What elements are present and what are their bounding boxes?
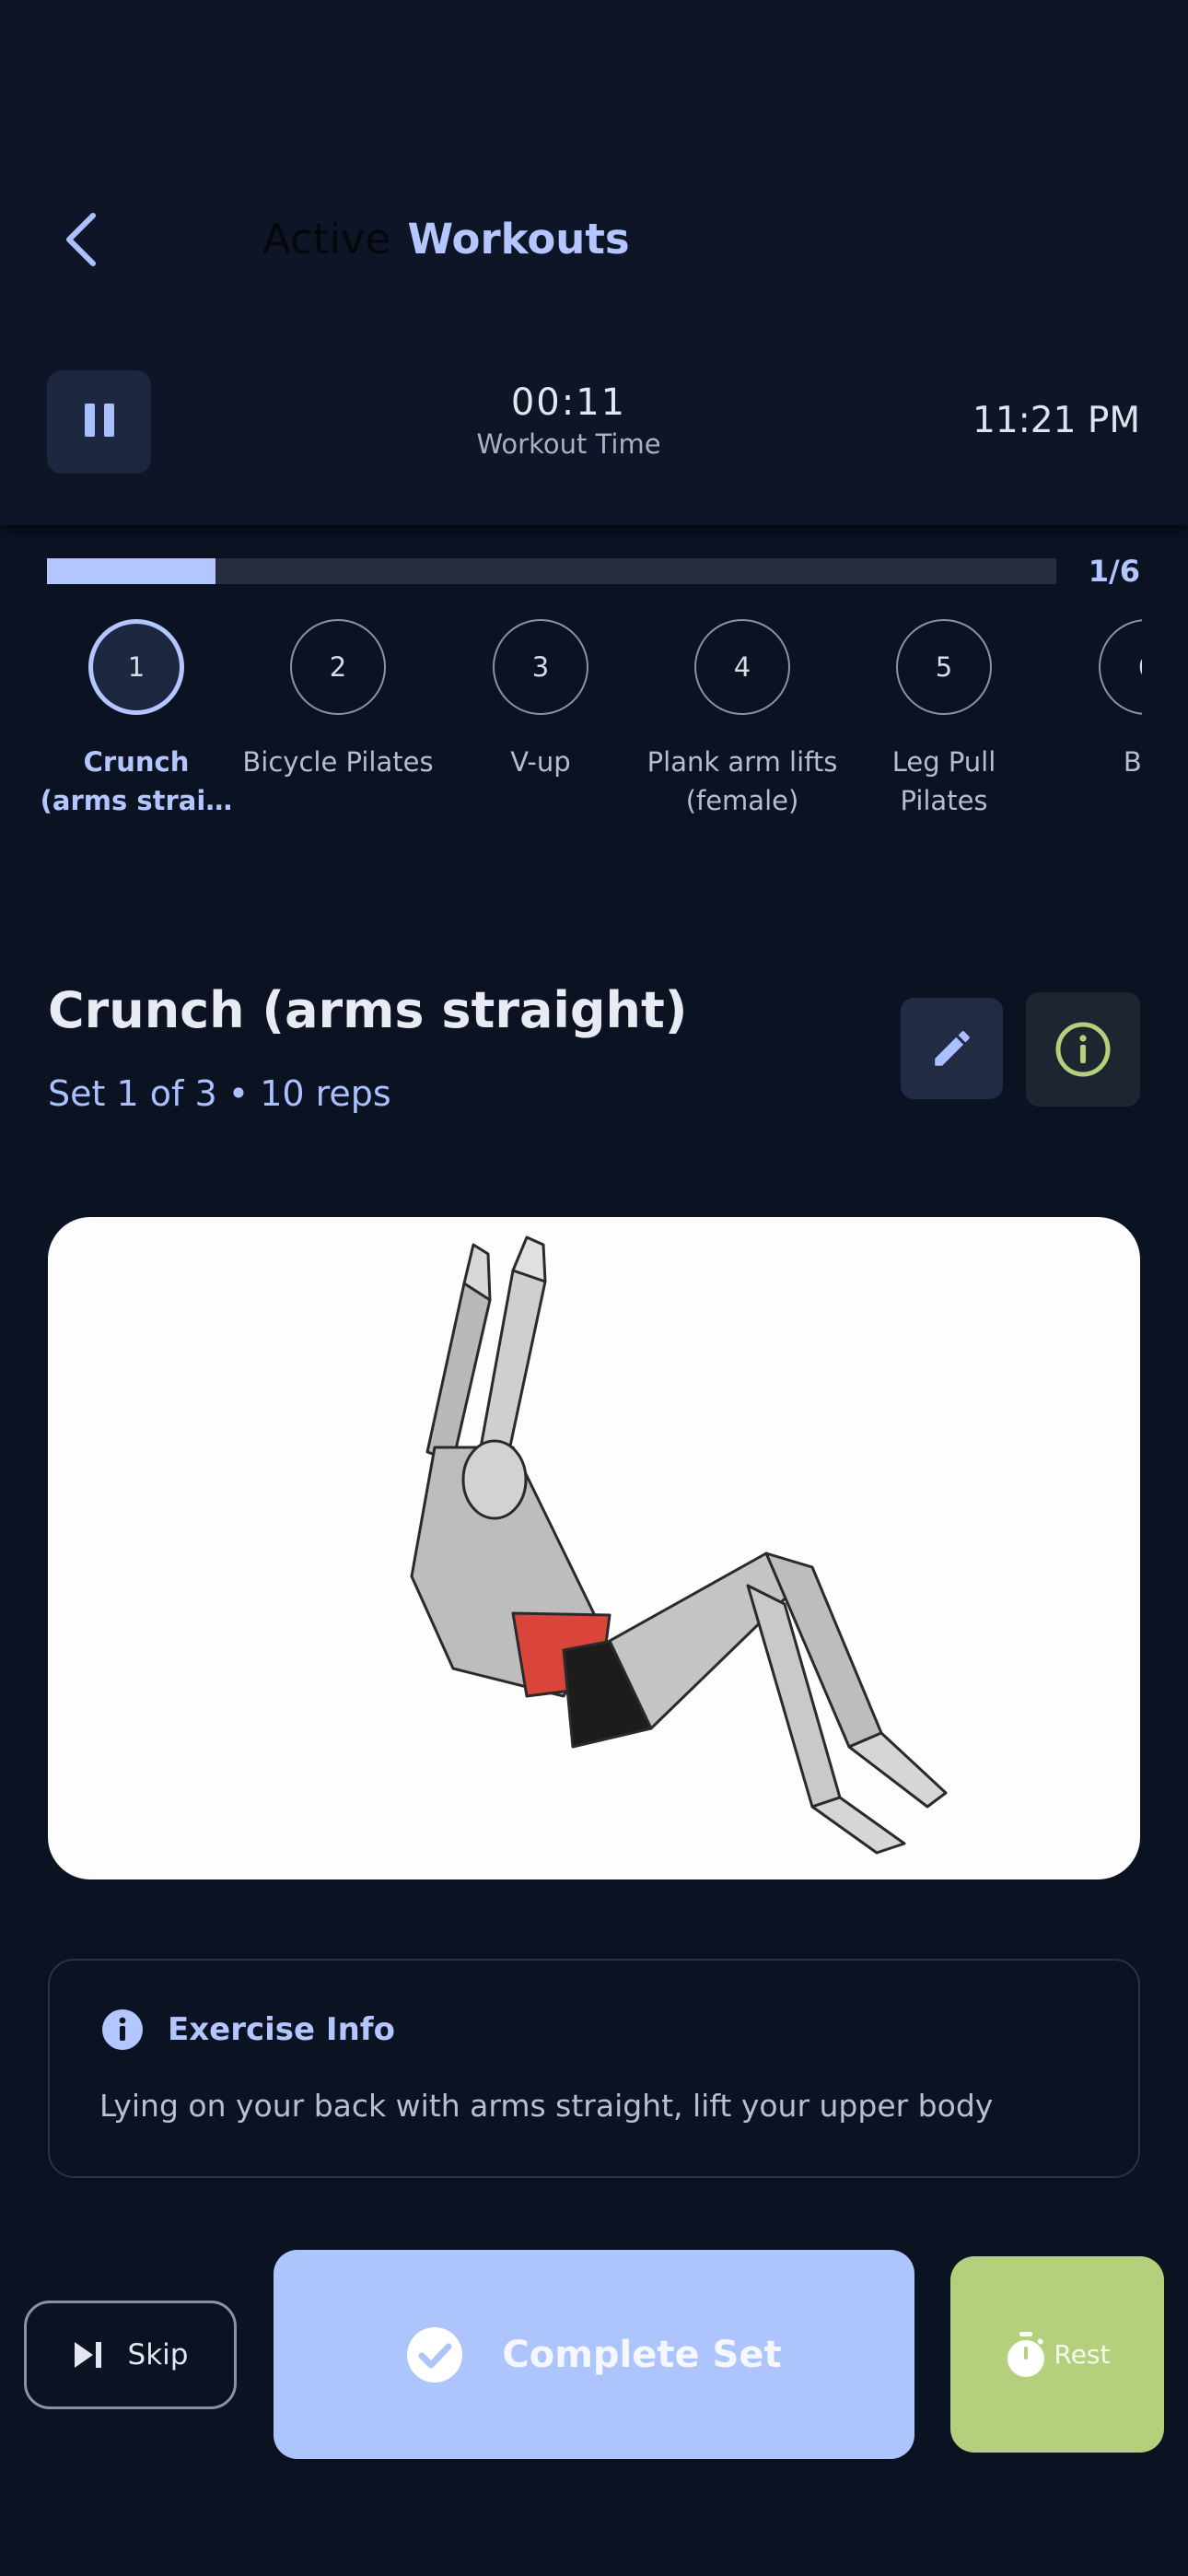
exercise-step-6[interactable]: 6 Bur bbox=[1050, 619, 1142, 781]
exercise-illustration bbox=[48, 1217, 1140, 1879]
exercise-info-description: Lying on your back with arms straight, l… bbox=[99, 2088, 994, 2124]
exercise-info-card: Exercise Info Lying on your back with ar… bbox=[48, 1959, 1140, 2178]
complete-set-label: Complete Set bbox=[502, 2333, 782, 2376]
crunch-figure-image bbox=[410, 1235, 948, 1855]
page-title: Active Workouts bbox=[262, 210, 630, 269]
exercise-info-heading: Exercise Info bbox=[168, 2011, 395, 2048]
workout-timer: 00:11 Workout Time bbox=[424, 380, 714, 463]
exercise-step-4[interactable]: 4 Plank arm lifts (female) bbox=[646, 619, 839, 820]
skip-next-icon bbox=[74, 2342, 101, 2368]
step-label: Bicycle Pilates bbox=[242, 746, 434, 778]
info-circle-icon bbox=[1055, 1022, 1111, 1077]
skip-button[interactable]: Skip bbox=[24, 2301, 237, 2409]
pause-icon bbox=[80, 404, 119, 440]
exercise-title: Crunch (arms straight) bbox=[48, 981, 688, 1039]
back-button[interactable] bbox=[53, 207, 109, 272]
page-title-prefix: Active bbox=[262, 215, 391, 263]
complete-set-button[interactable]: Complete Set bbox=[274, 2250, 914, 2459]
step-number: 2 bbox=[290, 619, 386, 715]
exercise-step-1[interactable]: 1 Crunch (arms strai… bbox=[40, 619, 233, 820]
skip-label: Skip bbox=[127, 2338, 189, 2371]
step-label: Crunch (arms strai… bbox=[40, 746, 233, 816]
workout-progress-fill bbox=[47, 558, 216, 584]
info-filled-icon bbox=[102, 2009, 143, 2050]
edit-button[interactable] bbox=[901, 998, 1003, 1099]
pause-button[interactable] bbox=[47, 370, 151, 474]
rest-label: Rest bbox=[1054, 2339, 1111, 2370]
exercise-step-3[interactable]: 3 V-up bbox=[444, 619, 637, 781]
exercise-set-info: Set 1 of 3 • 10 reps bbox=[48, 1073, 391, 1114]
step-number: 3 bbox=[493, 619, 588, 715]
workout-time-label: Workout Time bbox=[476, 428, 661, 460]
rest-button[interactable]: Rest bbox=[950, 2256, 1164, 2453]
step-number: 1 bbox=[88, 619, 184, 715]
pencil-icon bbox=[934, 1031, 970, 1066]
exercise-step-2[interactable]: 2 Bicycle Pilates bbox=[241, 619, 435, 781]
step-number: 6 bbox=[1099, 619, 1142, 715]
top-app-bar: Active Workouts 00:11 Workout Time 11:21… bbox=[0, 0, 1188, 525]
page-title-main: Workouts bbox=[407, 215, 630, 263]
progress-count: 1/6 bbox=[1088, 554, 1140, 589]
clock-time: 11:21 PM bbox=[973, 400, 1140, 441]
step-label: Bur bbox=[1123, 746, 1142, 778]
workout-progress-bar bbox=[47, 558, 1056, 584]
step-number: 5 bbox=[896, 619, 992, 715]
workout-time-value: 00:11 bbox=[510, 381, 627, 424]
step-number: 4 bbox=[694, 619, 790, 715]
exercise-step-5[interactable]: 5 Leg Pull Pilates bbox=[847, 619, 1041, 820]
check-circle-icon bbox=[407, 2326, 463, 2383]
chevron-left-icon bbox=[66, 213, 96, 266]
step-label: Leg Pull Pilates bbox=[891, 746, 996, 816]
stopwatch-icon bbox=[1007, 2331, 1044, 2377]
exercise-steps-list: 1 Crunch (arms strai… 2 Bicycle Pilates … bbox=[28, 619, 1142, 831]
info-button[interactable] bbox=[1026, 992, 1140, 1107]
exercise-info-header: Exercise Info bbox=[101, 2008, 395, 2051]
step-label: Plank arm lifts (female) bbox=[646, 746, 838, 816]
step-label: V-up bbox=[510, 746, 571, 778]
